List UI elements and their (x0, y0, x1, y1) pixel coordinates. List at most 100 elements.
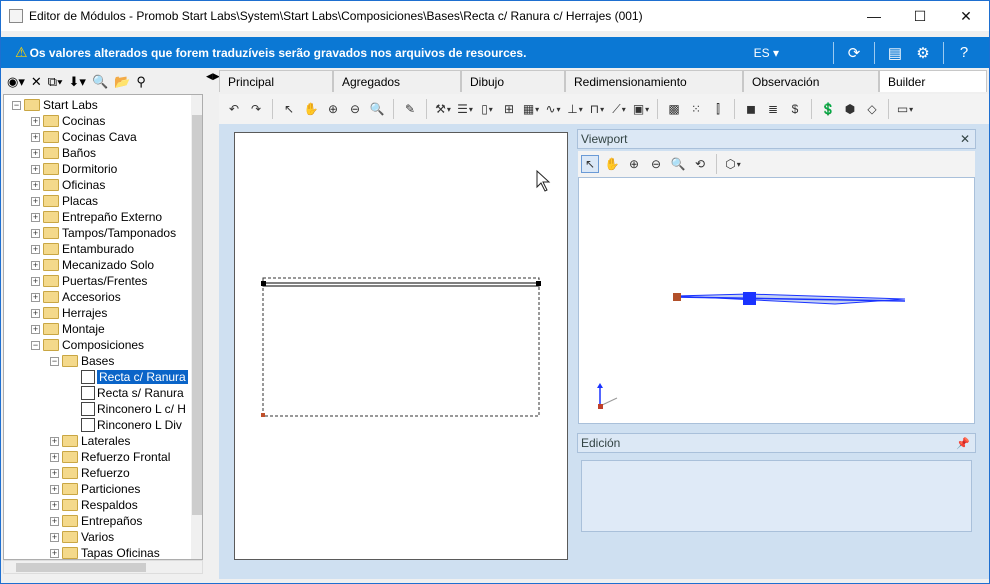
expand-icon[interactable]: + (31, 164, 40, 174)
copy-icon[interactable]: ⧉▾ (48, 74, 63, 90)
tree-item[interactable]: + Cocinas (31, 113, 105, 129)
tab-agregados[interactable]: Agregados (333, 70, 461, 92)
hierarchy-icon[interactable]: ⊞ (500, 100, 518, 118)
new-item-icon[interactable]: ✎ (401, 100, 419, 118)
tree-item[interactable]: + Placas (31, 193, 98, 209)
expand-icon[interactable]: + (31, 180, 40, 190)
collapse-arrow-icon[interactable]: ◀▶ (206, 71, 220, 82)
expand-icon[interactable]: + (31, 292, 40, 302)
tree-item[interactable]: Recta s/ Ranura (69, 385, 184, 401)
tree-item[interactable]: + Mecanizado Solo (31, 257, 154, 273)
curve-icon[interactable]: ∿ (544, 100, 562, 118)
tree-item[interactable]: + Oficinas (31, 177, 105, 193)
tree-item[interactable]: + Refuerzo Frontal (50, 449, 170, 465)
money-bag-icon[interactable]: $ (786, 100, 804, 118)
expand-icon[interactable]: + (31, 116, 40, 126)
tree-item[interactable]: + Montaje (31, 321, 105, 337)
tree-item[interactable]: + Entrepaño Externo (31, 209, 162, 225)
tree-item[interactable]: − Composiciones (31, 337, 144, 353)
paint-icon[interactable]: ⚒ (434, 100, 452, 118)
columns-icon[interactable]: ⫿ (709, 100, 727, 118)
tree-item[interactable]: + Refuerzo (50, 465, 130, 481)
tab-observacion[interactable]: Observación (743, 70, 879, 92)
handle-left[interactable] (261, 281, 266, 286)
tree-item[interactable]: Recta c/ Ranura (69, 369, 188, 385)
zoom-out-icon[interactable]: ⊖ (346, 100, 364, 118)
pan-icon[interactable]: ✋ (603, 155, 621, 173)
expand-icon[interactable]: + (50, 452, 59, 462)
redo-icon[interactable]: ↷ (247, 100, 265, 118)
tree-item[interactable]: + Varios (50, 529, 114, 545)
shelf-icon[interactable]: ☰ (456, 100, 474, 118)
list-icon[interactable]: ≣ (764, 100, 782, 118)
expand-icon[interactable]: + (50, 516, 59, 526)
cube-icon[interactable]: ◼ (742, 100, 760, 118)
tree-options-icon[interactable]: ⚲ (136, 74, 146, 90)
expand-icon[interactable]: + (50, 436, 59, 446)
zoom-in-icon[interactable]: ⊕ (625, 155, 643, 173)
tree-item[interactable]: + Laterales (50, 433, 130, 449)
calculator-icon[interactable]: ▩ (665, 100, 683, 118)
delete-icon[interactable]: ✕ (31, 74, 42, 90)
folder-icon[interactable]: 📂 (114, 74, 130, 90)
tree-item[interactable]: Rinconero L c/ H (69, 401, 186, 417)
shelf-rail[interactable] (262, 282, 540, 287)
pointer-icon[interactable]: ↖ (581, 155, 599, 173)
expand-icon[interactable]: + (31, 212, 40, 222)
align-icon[interactable]: ⊥ (566, 100, 584, 118)
tree-item[interactable]: + Puertas/Frentes (31, 273, 147, 289)
tab-builder[interactable]: Builder (879, 70, 987, 92)
move-down-icon[interactable]: ⬇▾ (69, 74, 86, 90)
expand-icon[interactable]: + (50, 484, 59, 494)
viewport-close-icon[interactable]: ✕ (960, 132, 970, 146)
tab-redimensionamiento[interactable]: Redimensionamiento (565, 70, 743, 92)
grid-icon[interactable]: ▣ (632, 100, 650, 118)
collapse-icon[interactable]: − (31, 340, 40, 350)
zoom-fit-icon[interactable]: 🔍 (368, 100, 386, 118)
tree-item[interactable]: + Entamburado (31, 241, 134, 257)
expand-icon[interactable]: + (50, 500, 59, 510)
tree-item[interactable]: + Baños (31, 145, 96, 161)
expand-icon[interactable]: + (31, 196, 40, 206)
design-canvas[interactable] (234, 132, 568, 560)
collapse-icon[interactable]: − (12, 100, 21, 110)
refresh-icon[interactable]: ⟳ (843, 42, 865, 64)
tab-principal[interactable]: Principal (219, 70, 333, 92)
chart-icon[interactable]: ▦ (522, 100, 540, 118)
frame-icon[interactable]: ⊓ (588, 100, 606, 118)
expand-icon[interactable]: + (31, 324, 40, 334)
expand-icon[interactable]: + (50, 468, 59, 478)
language-selector[interactable]: ES ▾ (754, 46, 779, 60)
tree-vertical-scrollbar[interactable] (191, 95, 202, 559)
tab-dibujo[interactable]: Dibujo (461, 70, 565, 92)
box-icon[interactable]: ⬢ (841, 100, 859, 118)
tree-item[interactable]: + Particiones (50, 481, 140, 497)
pointer-icon[interactable]: ↖ (280, 100, 298, 118)
pan-icon[interactable]: ✋ (302, 100, 320, 118)
tree-horizontal-scrollbar[interactable] (3, 560, 203, 574)
tree-item[interactable]: + Accesorios (31, 289, 121, 305)
expand-icon[interactable]: + (31, 132, 40, 142)
navigate-icon[interactable]: ◉▾ (7, 74, 25, 90)
minimize-button[interactable]: — (851, 1, 897, 31)
zoom-out-icon[interactable]: ⊖ (647, 155, 665, 173)
handle-right[interactable] (536, 281, 541, 286)
tree-item[interactable]: + Dormitorio (31, 161, 117, 177)
tree-item[interactable]: − Start Labs (12, 97, 98, 113)
line-icon[interactable]: ⟋ (610, 100, 628, 118)
3d-selection-handle[interactable] (743, 292, 756, 305)
tree-item[interactable]: + Tampos/Tamponados (31, 225, 176, 241)
price-icon[interactable]: 💲 (819, 100, 837, 118)
expand-icon[interactable]: + (31, 260, 40, 270)
expand-icon[interactable]: + (50, 548, 59, 558)
eraser-icon[interactable]: ◇ (863, 100, 881, 118)
undo-icon[interactable]: ↶ (225, 100, 243, 118)
module-outline[interactable] (262, 277, 540, 417)
viewport-canvas[interactable] (578, 177, 975, 424)
panel-layout-icon[interactable]: ▤ (884, 42, 906, 64)
pin-icon[interactable]: 📌 (956, 437, 970, 450)
expand-icon[interactable]: + (31, 148, 40, 158)
dots-icon[interactable]: ⁙ (687, 100, 705, 118)
settings-icon[interactable]: ⚙ (912, 42, 934, 64)
expand-icon[interactable]: + (50, 532, 59, 542)
